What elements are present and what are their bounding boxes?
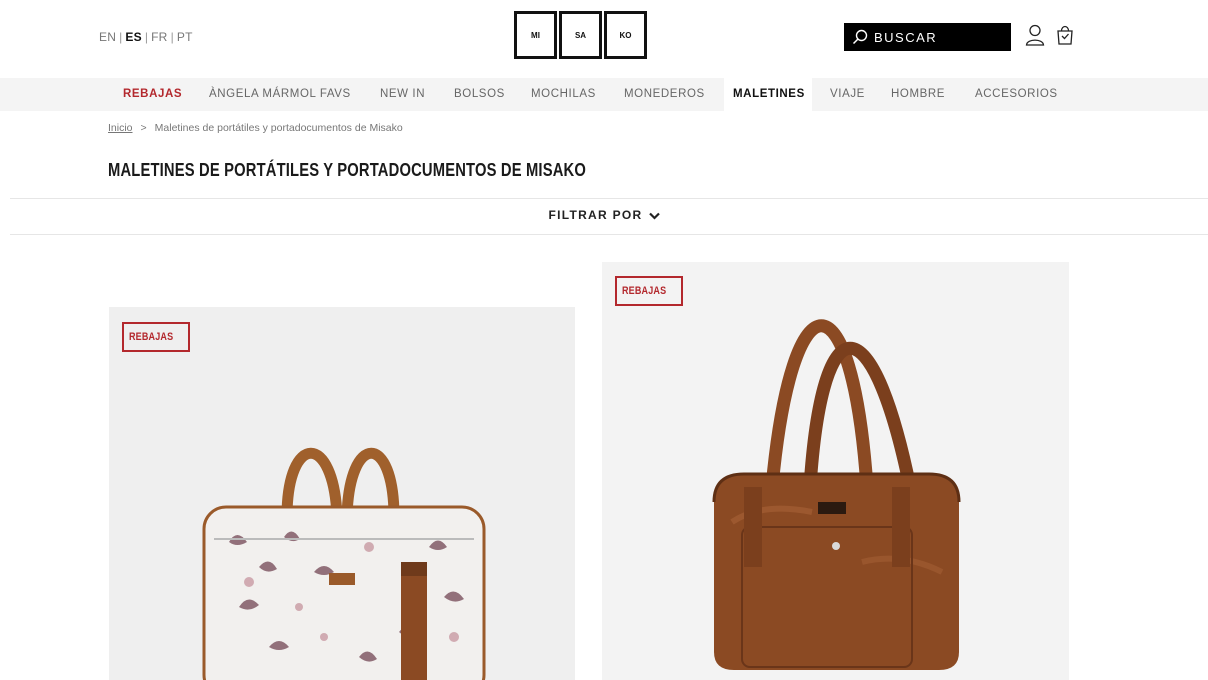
product-card[interactable]: REBAJAS bbox=[602, 262, 1069, 680]
account-button[interactable] bbox=[1025, 24, 1045, 51]
user-icon bbox=[1025, 24, 1045, 46]
logo-block: KO bbox=[604, 11, 647, 59]
nav-item-rebajas[interactable]: REBAJAS bbox=[123, 88, 182, 100]
breadcrumb-home-link[interactable]: Inicio bbox=[108, 122, 133, 134]
misako-logo[interactable]: MI SA KO bbox=[514, 11, 647, 59]
nav-item-new-in[interactable]: NEW IN bbox=[380, 88, 425, 100]
nav-item-accesorios[interactable]: ACCESORIOS bbox=[975, 88, 1058, 100]
page-title: MALETINES DE PORTÁTILES Y PORTADOCUMENTO… bbox=[108, 160, 586, 180]
lang-separator: | bbox=[119, 30, 123, 44]
main-nav: REBAJAS ÀNGELA MÁRMOL FAVS NEW IN BOLSOS… bbox=[0, 78, 1208, 111]
logo-block: SA bbox=[559, 11, 602, 59]
nav-item-viaje[interactable]: VIAJE bbox=[830, 88, 865, 100]
floral-print-laptop-briefcase-image bbox=[109, 307, 575, 680]
cart-button[interactable] bbox=[1055, 23, 1075, 50]
lang-es[interactable]: ES bbox=[125, 30, 141, 44]
lang-separator: | bbox=[170, 30, 174, 44]
header: EN | ES | FR | PT MI SA KO BUSCAR bbox=[0, 0, 1208, 78]
shopping-bag-icon bbox=[1057, 25, 1073, 45]
lang-pt[interactable]: PT bbox=[177, 30, 193, 44]
lang-fr[interactable]: FR bbox=[151, 30, 167, 44]
nav-item-mochilas[interactable]: MOCHILAS bbox=[531, 88, 596, 100]
breadcrumb-current: Maletines de portátiles y portadocumento… bbox=[154, 122, 403, 134]
filter-button[interactable]: FILTRAR POR bbox=[0, 208, 1208, 222]
nav-item-hombre[interactable]: HOMBRE bbox=[891, 88, 945, 100]
nav-item-bolsos[interactable]: BOLSOS bbox=[454, 88, 505, 100]
chevron-down-icon bbox=[648, 212, 660, 220]
nav-item-maletines[interactable]: MALETINES bbox=[733, 88, 805, 100]
breadcrumb: Inicio > Maletines de portátiles y portado… bbox=[108, 122, 403, 134]
divider bbox=[10, 234, 1208, 235]
filter-label: FILTRAR POR bbox=[548, 208, 643, 222]
search-input[interactable]: BUSCAR bbox=[844, 23, 1011, 51]
nav-item-monederos[interactable]: MONEDEROS bbox=[624, 88, 705, 100]
divider bbox=[10, 198, 1208, 199]
search-icon bbox=[852, 29, 868, 45]
brown-leather-briefcase-image bbox=[602, 262, 1069, 680]
product-card[interactable]: REBAJAS bbox=[109, 307, 575, 680]
logo-block: MI bbox=[514, 11, 557, 59]
search-placeholder: BUSCAR bbox=[874, 29, 938, 45]
lang-en[interactable]: EN bbox=[99, 30, 116, 44]
breadcrumb-separator: > bbox=[140, 122, 147, 134]
sale-badge: REBAJAS bbox=[615, 276, 683, 306]
language-switcher: EN | ES | FR | PT bbox=[99, 30, 193, 44]
nav-item-angela-marmol-favs[interactable]: ÀNGELA MÁRMOL FAVS bbox=[209, 88, 351, 100]
lang-separator: | bbox=[144, 30, 149, 44]
sale-badge: REBAJAS bbox=[122, 322, 190, 352]
